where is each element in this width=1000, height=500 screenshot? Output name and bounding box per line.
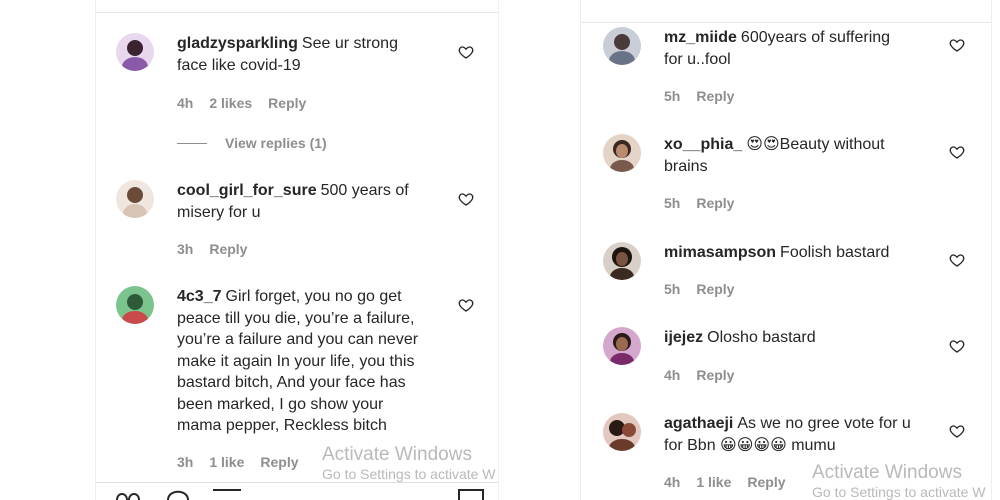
- comment-meta: 4h 1 like Reply: [664, 474, 802, 490]
- comment-body-line: As we no gree vote for u: [737, 415, 911, 432]
- avatar[interactable]: [116, 33, 154, 71]
- comment-username[interactable]: xo__phia_: [664, 136, 742, 153]
- comment-body-line: face like covid-19: [177, 56, 301, 74]
- comment-text: mz_miide 600years of suffering for u..foo…: [664, 27, 964, 70]
- comment-meta: 4h 2 likes Reply: [177, 95, 322, 111]
- comment-body-line: 500 years of: [320, 182, 409, 199]
- comment-body-line: for u..fool: [664, 50, 731, 68]
- comment-text: mimasampson Foolish bastard: [664, 242, 964, 264]
- comment-body-line: for Bbn 😀😀😀😀 mumu: [664, 436, 836, 454]
- reply-button[interactable]: Reply: [696, 367, 734, 383]
- reply-button[interactable]: Reply: [696, 195, 734, 211]
- divider: [581, 22, 991, 23]
- avatar[interactable]: [116, 286, 154, 324]
- heart-icon[interactable]: [458, 191, 474, 207]
- comment-body-line: Beauty without: [779, 136, 885, 153]
- heart-icon[interactable]: [949, 338, 965, 354]
- divider: [96, 12, 498, 13]
- comment-username[interactable]: mimasampson: [664, 244, 776, 261]
- comment-meta: 5h Reply: [664, 281, 750, 297]
- comment-body-line: been marked, I go show your: [177, 395, 384, 413]
- comment-text: cool_girl_for_sure 500 years of misery fo…: [177, 180, 447, 223]
- avatar[interactable]: [603, 27, 641, 65]
- comment-username[interactable]: agathaeji: [664, 415, 733, 432]
- watermark-title: Activate Windows: [812, 462, 962, 483]
- reply-button[interactable]: Reply: [209, 241, 247, 257]
- reply-button[interactable]: Reply: [696, 88, 734, 104]
- reply-button[interactable]: Reply: [260, 454, 298, 470]
- comment-body-line: peace till you die, you’re a failure,: [177, 309, 415, 327]
- comment-body-line: bastard bitch, And your face has: [177, 374, 406, 391]
- comment-meta: 5h Reply: [664, 195, 750, 211]
- comment-body-line: 600years of suffering: [740, 29, 891, 46]
- comment-body-line: See ur strong: [301, 35, 398, 52]
- view-replies-button[interactable]: View replies (1): [177, 135, 327, 151]
- comment-likes[interactable]: 2 likes: [209, 95, 252, 111]
- comment-text: gladzysparkling See ur strong face like c…: [177, 33, 447, 76]
- save-icon[interactable]: [458, 488, 484, 500]
- avatar[interactable]: [603, 327, 641, 365]
- emoji: 😍: [762, 136, 780, 153]
- reply-button[interactable]: Reply: [696, 281, 734, 297]
- avatar[interactable]: [116, 180, 154, 218]
- reply-button[interactable]: Reply: [268, 95, 306, 111]
- avatar[interactable]: [603, 134, 641, 172]
- comment-body-line: make it again In your life, you this: [177, 352, 415, 370]
- comment-text: ijejez Olosho bastard: [664, 327, 964, 349]
- comment-body-line: Foolish bastard: [780, 244, 890, 261]
- comment-time[interactable]: 3h: [177, 454, 193, 470]
- comment-likes[interactable]: 1 like: [209, 454, 244, 470]
- heart-icon[interactable]: [949, 423, 965, 439]
- emoji: 😍: [746, 136, 763, 153]
- comment-meta: 3h 1 like Reply: [177, 454, 315, 470]
- share-icon[interactable]: [212, 488, 242, 500]
- comment-body-line: you’re a failure and you can never: [177, 331, 419, 348]
- comment-time[interactable]: 4h: [664, 474, 680, 490]
- divider: [96, 482, 498, 483]
- avatar[interactable]: [603, 413, 641, 451]
- comment-icon[interactable]: [166, 488, 192, 500]
- comment-body-line: Olosho bastard: [707, 329, 816, 346]
- comment-time[interactable]: 4h: [177, 95, 193, 111]
- comment-username[interactable]: mz_miide: [664, 29, 737, 46]
- comment-username[interactable]: 4c3_7: [177, 288, 222, 305]
- avatar[interactable]: [603, 242, 641, 280]
- activate-windows-watermark: Activate Windows Go to Settings to activ…: [322, 444, 498, 482]
- comment-body-line: Girl forget, you no go get: [225, 288, 402, 305]
- like-icon[interactable]: [114, 488, 144, 500]
- comment-body-line: misery for u: [177, 203, 261, 221]
- heart-icon[interactable]: [458, 297, 474, 313]
- comment-body-line: mama pepper, Reckless bitch: [177, 417, 387, 434]
- view-replies-line: [177, 142, 207, 144]
- comment-time[interactable]: 3h: [177, 241, 193, 257]
- comment-username[interactable]: cool_girl_for_sure: [177, 182, 317, 199]
- comment-likes[interactable]: 1 like: [696, 474, 731, 490]
- heart-icon[interactable]: [949, 252, 965, 268]
- heart-icon[interactable]: [949, 144, 965, 160]
- comments-panel-left: gladzysparkling See ur strong face like c…: [95, 0, 499, 500]
- comment-time[interactable]: 4h: [664, 367, 680, 383]
- comment-text: 4c3_7 Girl forget, you no go get peace ti…: [177, 286, 457, 437]
- comment-meta: 4h Reply: [664, 367, 750, 383]
- watermark-subtitle: Go to Settings to activate W: [812, 484, 986, 500]
- heart-icon[interactable]: [949, 37, 965, 53]
- comment-meta: 5h Reply: [664, 88, 750, 104]
- reply-button[interactable]: Reply: [747, 474, 785, 490]
- comment-username[interactable]: gladzysparkling: [177, 35, 298, 52]
- comment-time[interactable]: 5h: [664, 195, 680, 211]
- comment-username[interactable]: ijejez: [664, 329, 703, 346]
- watermark-title: Activate Windows: [322, 444, 472, 465]
- comment-text: xo__phia_ 😍😍Beauty without brains: [664, 134, 964, 177]
- comment-body-line: brains: [664, 157, 708, 175]
- comment-meta: 3h Reply: [177, 241, 263, 257]
- view-replies-label: View replies (1): [225, 135, 327, 151]
- comments-panel-right: mz_miide 600years of suffering for u..foo…: [580, 0, 992, 500]
- watermark-subtitle: Go to Settings to activate W: [322, 466, 496, 482]
- heart-icon[interactable]: [458, 44, 474, 60]
- comment-time[interactable]: 5h: [664, 88, 680, 104]
- activate-windows-watermark: Activate Windows Go to Settings to activ…: [812, 462, 990, 500]
- comment-time[interactable]: 5h: [664, 281, 680, 297]
- comment-text: agathaeji As we no gree vote for u for Bb…: [664, 413, 964, 456]
